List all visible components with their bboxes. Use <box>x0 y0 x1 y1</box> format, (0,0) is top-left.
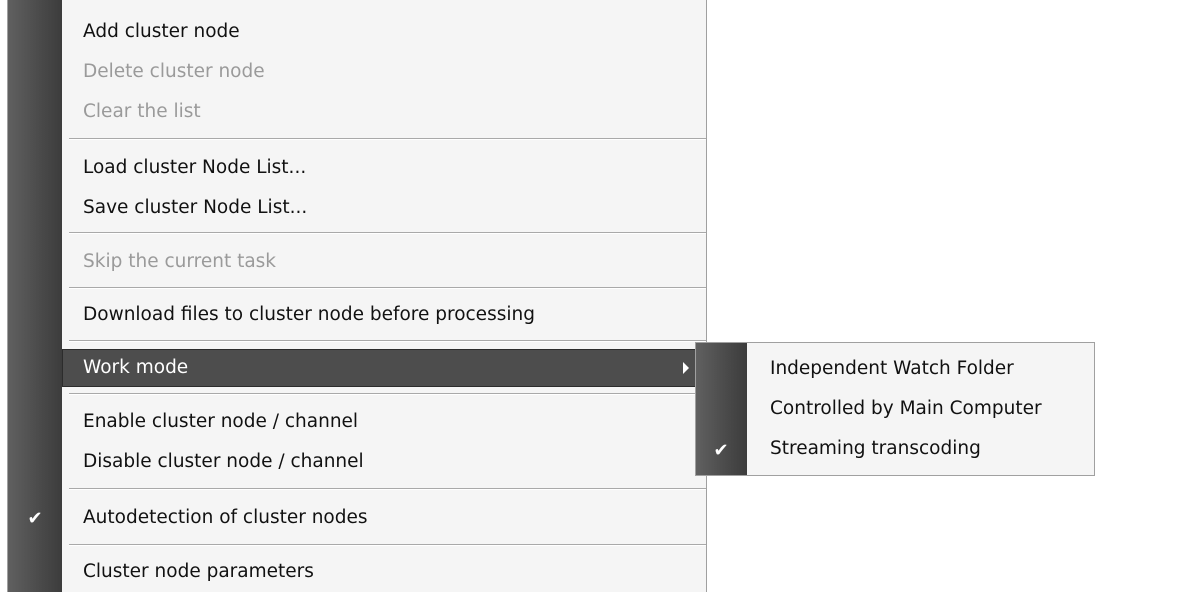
menu-item-disable-node[interactable]: Disable cluster node / channel <box>62 443 706 481</box>
menu-separator <box>69 488 706 490</box>
checkmark-icon: ✔ <box>27 508 43 529</box>
menu-item-label: Disable cluster node / channel <box>83 451 364 472</box>
menu-item-autodetection[interactable]: Autodetection of cluster nodes <box>62 499 706 537</box>
menu-item-label: Work mode <box>83 357 189 378</box>
menu-separator <box>69 232 706 234</box>
menu-item-save-node-list[interactable]: Save cluster Node List... <box>62 189 706 227</box>
menu-item-skip-current-task: Skip the current task <box>62 243 706 281</box>
submenu-arrow-icon <box>683 362 689 374</box>
menu-separator <box>69 393 706 395</box>
menu-item-label: Add cluster node <box>83 21 240 42</box>
menu-item-label: Download files to cluster node before pr… <box>83 304 535 325</box>
menu-icon-gutter <box>8 0 62 592</box>
menu-item-label: Delete cluster node <box>83 61 265 82</box>
menu-item-enable-node[interactable]: Enable cluster node / channel <box>62 403 706 441</box>
menu-item-cluster-node-parameters[interactable]: Cluster node parameters <box>62 553 706 591</box>
menu-item-label: Autodetection of cluster nodes <box>83 507 368 528</box>
menu-item-download-files[interactable]: Download files to cluster node before pr… <box>62 296 706 334</box>
submenu-item-label: Streaming transcoding <box>770 438 981 459</box>
menu-item-work-mode[interactable]: Work mode <box>62 349 700 387</box>
menu-item-label: Clear the list <box>83 101 201 122</box>
checkmark-icon: ✔ <box>713 440 729 461</box>
menu-item-load-node-list[interactable]: Load cluster Node List... <box>62 149 706 187</box>
menu-separator <box>69 138 706 140</box>
menu-separator <box>69 544 706 546</box>
submenu-item-label: Controlled by Main Computer <box>770 398 1042 419</box>
menu-item-label: Skip the current task <box>83 251 277 272</box>
submenu-item-independent-watch-folder[interactable]: Independent Watch Folder <box>747 350 1094 388</box>
menu-item-label: Cluster node parameters <box>83 561 314 582</box>
menu-separator <box>69 287 706 289</box>
menu-item-add-cluster-node[interactable]: Add cluster node <box>62 13 706 51</box>
submenu-item-label: Independent Watch Folder <box>770 358 1014 379</box>
menu-item-label: Save cluster Node List... <box>83 197 308 218</box>
submenu-item-controlled-by-main-computer[interactable]: Controlled by Main Computer <box>747 390 1094 428</box>
menu-item-clear-list: Clear the list <box>62 93 706 131</box>
menu-item-label: Enable cluster node / channel <box>83 411 359 432</box>
work-mode-submenu: Independent Watch Folder Controlled by M… <box>695 342 1095 476</box>
menu-item-label: Load cluster Node List... <box>83 157 307 178</box>
menu-separator <box>69 340 706 342</box>
submenu-item-streaming-transcoding[interactable]: Streaming transcoding <box>747 430 1094 468</box>
menu-item-delete-cluster-node: Delete cluster node <box>62 53 706 91</box>
context-menu: Add cluster node Delete cluster node Cle… <box>7 0 707 592</box>
